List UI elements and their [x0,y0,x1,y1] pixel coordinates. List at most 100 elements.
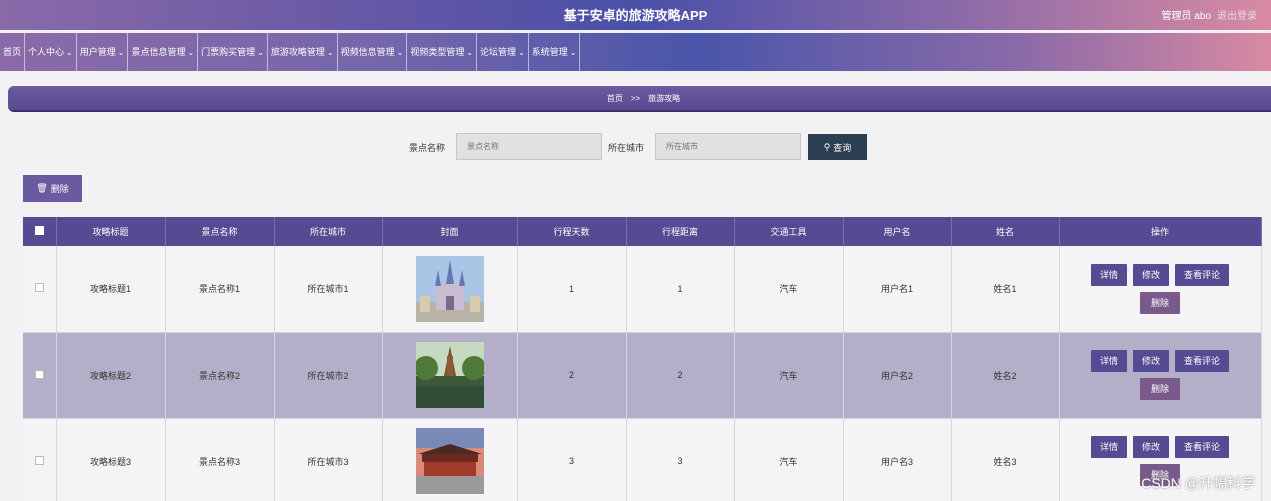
spot-name-cell: 景点名称3 [165,418,275,501]
row-checkbox[interactable] [34,369,44,379]
city-cell: 所在城市1 [274,246,383,333]
search-button-label: 查询 [833,142,852,153]
days-cell: 1 [517,246,627,333]
spot-name-label: 景点名称 [409,143,446,153]
nav-label: 论坛管理 [480,47,517,57]
table-header-row: 攻略标题 景点名称 所在城市 封面 行程天数 行程距离 交通工具 用户名 姓名 … [23,217,1262,246]
city-label: 所在城市 [608,143,645,153]
chevron-down-icon: ⌄ [326,48,334,57]
nav-label: 个人中心 [28,47,65,57]
bulk-delete-label: 删除 [50,184,69,194]
column-header: 操作 [1059,217,1262,246]
chevron-down-icon: ⌄ [187,48,195,57]
nav-item-ticket-mgmt[interactable]: 门票购买管理 ⌄ [198,33,268,71]
nav-item-personal-center[interactable]: 个人中心 ⌄ [25,33,77,71]
distance-cell: 3 [626,418,735,501]
bulk-delete-button[interactable]: 🗑 删除 [23,175,82,202]
days-cell: 2 [517,332,627,419]
column-header: 景点名称 [165,217,275,246]
select-all-checkbox[interactable] [34,226,44,235]
column-header: 所在城市 [274,217,383,246]
column-header: 姓名 [951,217,1060,246]
nav-label: 用户管理 [79,47,116,57]
app-title: 基于安卓的旅游攻略APP [563,8,708,23]
cover-image-gate-sunset [415,428,484,494]
nav-item-home[interactable]: 首页 [0,33,26,71]
column-header: 封面 [382,217,518,246]
city-cell: 所在城市3 [274,418,383,501]
search-icon: ⚲ [823,141,831,152]
guide-title-cell: 攻略标题1 [56,246,166,333]
nav-item-guide-mgmt[interactable]: 旅游攻略管理 ⌄ [268,33,338,71]
breadcrumb-separator: >> [630,93,641,103]
nav-label: 视频信息管理 [340,47,395,57]
delete-button[interactable]: 删除 [1139,291,1180,314]
edit-button[interactable]: 修改 [1132,436,1169,458]
chevron-down-icon: ⌄ [66,48,73,57]
guide-table: 攻略标题 景点名称 所在城市 封面 行程天数 行程距离 交通工具 用户名 姓名 … [23,217,1262,501]
breadcrumb: 首页 >> 旅游攻略 [8,86,1271,110]
cover-image-castle [415,255,484,322]
chevron-down-icon: ⌄ [396,48,404,57]
guide-title-cell: 攻略标题3 [56,418,166,501]
breadcrumb-home[interactable]: 首页 [607,93,623,104]
admin-user-label: 管理员 abo [1161,11,1211,22]
nav-item-system-mgmt[interactable]: 系统管理 ⌄ [529,33,581,71]
row-actions: 详情 修改 查看评论 删除 [1060,263,1261,314]
select-all-cell[interactable] [23,217,57,246]
username-cell: 用户名1 [843,246,952,333]
chevron-down-icon: ⌄ [466,48,474,57]
spot-name-cell: 景点名称2 [165,332,275,419]
distance-cell: 2 [626,332,735,419]
edit-button[interactable]: 修改 [1132,263,1169,286]
spot-name-input[interactable] [456,133,602,160]
delete-button[interactable]: 删除 [1139,378,1180,400]
column-header: 用户名 [843,217,952,246]
view-comments-button[interactable]: 查看评论 [1175,436,1230,458]
transport-cell: 汽车 [734,332,844,419]
nav-label: 视频类型管理 [410,47,465,57]
name-cell: 姓名2 [951,332,1060,419]
spot-name-cell: 景点名称1 [165,246,275,333]
search-button[interactable]: ⚲ 查询 [808,134,867,160]
nav-item-video-mgmt[interactable]: 视频信息管理 ⌄ [338,33,408,71]
column-header: 交通工具 [734,217,844,246]
detail-button[interactable]: 详情 [1090,436,1127,458]
column-header: 攻略标题 [56,217,166,246]
view-comments-button[interactable]: 查看评论 [1175,350,1230,372]
distance-cell: 1 [626,246,735,333]
edit-button[interactable]: 修改 [1132,350,1169,372]
nav-item-user-mgmt[interactable]: 用户管理 ⌄ [77,33,129,71]
logout-link[interactable]: 退出登录 [1217,7,1257,22]
row-checkbox[interactable] [34,455,44,465]
days-cell: 3 [517,418,627,501]
username-cell: 用户名3 [843,418,952,501]
column-header: 行程天数 [517,217,627,246]
city-input[interactable] [655,133,801,160]
table-row: 攻略标题1 景点名称1 所在城市1 1 1 汽车 用户名1 姓名1 详情 修改 [23,246,1262,333]
detail-button[interactable]: 详情 [1090,263,1127,286]
nav-label: 景点信息管理 [131,47,186,57]
chevron-down-icon: ⌄ [518,48,525,57]
table-row: 攻略标题2 景点名称2 所在城市2 2 2 汽车 用户名2 姓名2 详情 修改 … [23,332,1262,419]
nav-item-video-type-mgmt[interactable]: 视频类型管理 ⌄ [407,33,478,71]
transport-cell: 汽车 [734,418,844,501]
chevron-down-icon: ⌄ [569,48,577,57]
nav-label: 门票购买管理 [201,47,256,57]
detail-button[interactable]: 详情 [1090,350,1127,372]
nav-item-forum-mgmt[interactable]: 论坛管理 ⌄ [477,33,529,71]
city-cell: 所在城市2 [274,332,383,419]
view-comments-button[interactable]: 查看评论 [1175,263,1230,286]
chevron-down-icon: ⌄ [257,48,264,57]
row-actions: 详情 修改 查看评论 删除 [1060,350,1261,400]
nav-item-spot-mgmt[interactable]: 景点信息管理 ⌄ [128,33,199,71]
row-checkbox[interactable] [34,283,44,293]
chevron-down-icon: ⌄ [117,48,125,57]
nav-label: 系统管理 [531,47,568,57]
transport-cell: 汽车 [734,246,844,333]
column-header: 行程距离 [626,217,735,246]
nav-label: 首页 [3,47,22,57]
name-cell: 姓名1 [951,246,1060,333]
top-header: 基于安卓的旅游攻略APP 管理员 abo 退出登录 [0,0,1271,30]
name-cell: 姓名3 [951,418,1060,501]
